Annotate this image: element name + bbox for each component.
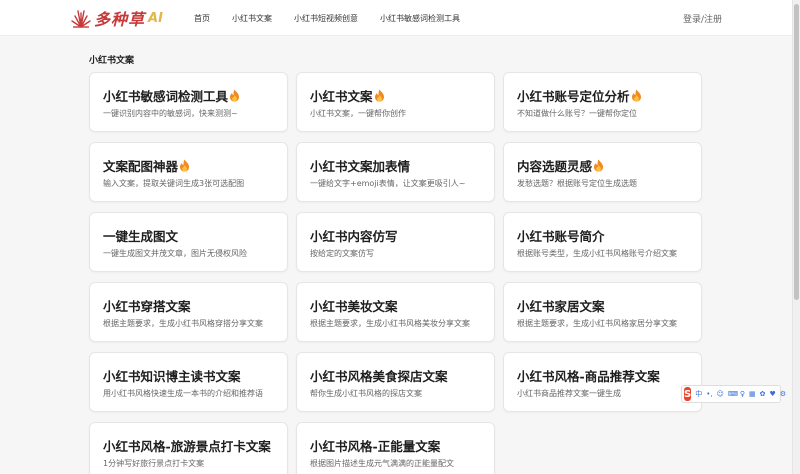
login-register-link[interactable]: 登录/注册 <box>683 12 722 25</box>
tool-card[interactable]: 文案配图神器输入文案，提取关键词生成3张可选配图 <box>89 142 288 202</box>
fire-icon <box>631 89 641 101</box>
tool-card-description: 一键生成图文并茂文章，图片无侵权风险 <box>103 249 247 258</box>
tool-card-description: 按给定的文案仿写 <box>310 249 374 258</box>
tool-card-title: 小红书风格美食探店文案 <box>310 367 494 384</box>
tool-card-title-text: 小红书文案 <box>310 88 373 104</box>
tool-card-description: 根据图片描述生成元气满满的正能量配文 <box>310 459 454 468</box>
tool-card-description: 小红书文案，一键帮你创作 <box>310 109 406 118</box>
grass-logo-icon <box>71 10 91 28</box>
nav-item-xhs-copy[interactable]: 小红书文案 <box>232 13 272 24</box>
tool-card-title: 小红书家居文案 <box>517 297 701 314</box>
tool-card[interactable]: 内容选题灵感发愁选题？根据账号定位生成选题 <box>503 142 702 202</box>
ime-tool-icon[interactable]: ♥ <box>770 390 776 398</box>
ime-tool-icon[interactable]: ✿ <box>760 390 766 398</box>
tool-card-title: 小红书风格-正能量文案 <box>310 437 494 454</box>
tool-card-title: 小红书文案 <box>310 87 494 104</box>
tool-card-title-text: 小红书知识博主读书文案 <box>103 368 241 384</box>
tool-card-title-text: 小红书家居文案 <box>517 298 605 314</box>
fire-icon <box>594 159 604 171</box>
tool-card-title-text: 小红书风格美食探店文案 <box>310 368 448 384</box>
tool-card-title-text: 小红书风格-商品推荐文案 <box>517 368 660 384</box>
page-scrollbar[interactable] <box>792 0 800 474</box>
section-title: 小红书文案 <box>89 56 135 66</box>
site-logo[interactable]: 多种草 AI <box>70 4 163 32</box>
tool-card[interactable]: 小红书穿搭文案根据主题要求，生成小红书风格穿搭分享文案 <box>89 282 288 342</box>
tool-card-title: 一键生成图文 <box>103 227 287 244</box>
nav-item-xhs-video-ideas[interactable]: 小红书短视频创意 <box>294 13 358 24</box>
logo-text: 多种草 <box>94 10 146 29</box>
tool-card-title: 小红书风格-商品推荐文案 <box>517 367 701 384</box>
nav-item-sensitive-word-tool[interactable]: 小红书敏感词检测工具 <box>380 13 460 24</box>
tool-card-description: 根据主题要求，生成小红书风格家居分享文案 <box>517 319 677 328</box>
tool-card-title-text: 小红书风格-旅游景点打卡文案 <box>103 438 271 454</box>
top-header: 多种草 AI 首页 小红书文案 小红书短视频创意 小红书敏感词检测工具 登录/注… <box>0 0 800 36</box>
tool-card-title: 小红书穿搭文案 <box>103 297 287 314</box>
tool-card-description: 不知道做什么账号？一键帮你定位 <box>517 109 637 118</box>
ime-tool-icon[interactable]: ▦ <box>749 390 756 398</box>
tool-card[interactable]: 小红书账号定位分析不知道做什么账号？一键帮你定位 <box>503 72 702 132</box>
tool-card-title-text: 小红书账号定位分析 <box>517 88 630 104</box>
tool-card[interactable]: 小红书账号简介根据账号类型，生成小红书风格账号介绍文案 <box>503 212 702 272</box>
fire-icon <box>180 159 190 171</box>
ime-logo-icon[interactable]: S <box>684 387 692 401</box>
tool-card[interactable]: 小红书内容仿写按给定的文案仿写 <box>296 212 495 272</box>
tool-card-title-text: 小红书账号简介 <box>517 228 605 244</box>
tool-card[interactable]: 小红书风格-商品推荐文案小红书商品推荐文案一键生成 <box>503 352 702 412</box>
tool-card-description: 输入文案，提取关键词生成3张可选配图 <box>103 179 245 188</box>
tool-card[interactable]: 一键生成图文一键生成图文并茂文章，图片无侵权风险 <box>89 212 288 272</box>
tool-card-title: 小红书内容仿写 <box>310 227 494 244</box>
tool-card[interactable]: 小红书美妆文案根据主题要求，生成小红书风格美妆分享文案 <box>296 282 495 342</box>
ime-tool-icon[interactable]: 中 <box>695 389 702 399</box>
logo-ai-text: AI <box>148 10 163 26</box>
ime-tool-icon[interactable]: ⌨ <box>728 390 738 398</box>
tool-card-title: 小红书风格-旅游景点打卡文案 <box>103 437 287 454</box>
scrollbar-thumb[interactable] <box>794 4 799 300</box>
tool-card-title: 小红书账号定位分析 <box>517 87 701 104</box>
ime-tool-icon[interactable]: •, <box>706 390 712 398</box>
tool-card[interactable]: 小红书风格-旅游景点打卡文案 1分钟写好旅行景点打卡文案 <box>89 422 288 474</box>
tool-card-title-text: 小红书敏感词检测工具 <box>103 88 229 104</box>
tool-card-description: 小红书商品推荐文案一键生成 <box>517 389 621 398</box>
fire-icon <box>230 89 240 101</box>
tool-card[interactable]: 小红书文案小红书文案，一键帮你创作 <box>296 72 495 132</box>
tool-card[interactable]: 小红书知识博主读书文案用小红书风格快速生成一本书的介绍和推荐语 <box>89 352 288 412</box>
tool-card-title: 小红书知识博主读书文案 <box>103 367 287 384</box>
ime-tool-icon[interactable]: ♀ <box>740 390 745 398</box>
tool-card-description: 根据主题要求，生成小红书风格美妆分享文案 <box>310 319 470 328</box>
tool-card-title-text: 内容选题灵感 <box>517 158 593 174</box>
tool-card[interactable]: 小红书敏感词检测工具一键识别内容中的敏感词，快来测测~ <box>89 72 288 132</box>
ime-tool-icon[interactable]: ☺ <box>717 390 724 398</box>
tool-card-title-text: 小红书美妆文案 <box>310 298 398 314</box>
tool-card-title-text: 小红书文案加表情 <box>310 158 411 174</box>
nav-item-home[interactable]: 首页 <box>194 13 210 24</box>
tool-card-title-text: 小红书穿搭文案 <box>103 298 191 314</box>
tool-card[interactable]: 小红书家居文案根据主题要求，生成小红书风格家居分享文案 <box>503 282 702 342</box>
tool-card-title-text: 小红书风格-正能量文案 <box>310 438 441 454</box>
tool-card-title-text: 一键生成图文 <box>103 228 179 244</box>
tool-card-description: 帮你生成小红书风格的探店文案 <box>310 389 422 398</box>
tool-card[interactable]: 小红书风格-正能量文案根据图片描述生成元气满满的正能量配文 <box>296 422 495 474</box>
main-nav: 首页 小红书文案 小红书短视频创意 小红书敏感词检测工具 <box>194 0 482 36</box>
tool-card-description: 一键识别内容中的敏感词，快来测测~ <box>103 109 238 118</box>
ime-toolbar[interactable]: S 中 •, ☺ ⌨ ♀ ▦ ✿ ♥ ⚙ <box>681 385 786 403</box>
tool-card-description: 用小红书风格快速生成一本书的介绍和推荐语 <box>103 389 263 398</box>
tool-card-description: 一键给文字+emoji表情，让文案更吸引人~ <box>310 179 466 188</box>
fire-icon <box>374 89 384 101</box>
tool-card-title-text: 文案配图神器 <box>103 158 179 174</box>
tool-card-title: 小红书文案加表情 <box>310 157 494 174</box>
tool-card-title: 小红书敏感词检测工具 <box>103 87 287 104</box>
tool-card-description: 发愁选题？根据账号定位生成选题 <box>517 179 637 188</box>
tool-card-title: 内容选题灵感 <box>517 157 701 174</box>
tool-card-description: 根据账号类型，生成小红书风格账号介绍文案 <box>517 249 677 258</box>
tool-card-title-text: 小红书内容仿写 <box>310 228 398 244</box>
tool-card-title: 文案配图神器 <box>103 157 287 174</box>
tool-card-title: 小红书美妆文案 <box>310 297 494 314</box>
tool-card-title: 小红书账号简介 <box>517 227 701 244</box>
tool-card-grid: 小红书敏感词检测工具 一键识别内容中的敏感词，快来测测~ 小红书文案 小红书文案，一键… <box>89 72 703 474</box>
tool-card[interactable]: 小红书文案加表情一键给文字+emoji表情，让文案更吸引人~ <box>296 142 495 202</box>
ime-tool-icon[interactable]: ⚙ <box>780 390 786 398</box>
tool-card-description: 1分钟写好旅行景点打卡文案 <box>103 459 205 468</box>
tool-card-description: 根据主题要求，生成小红书风格穿搭分享文案 <box>103 319 263 328</box>
tool-card[interactable]: 小红书风格美食探店文案帮你生成小红书风格的探店文案 <box>296 352 495 412</box>
